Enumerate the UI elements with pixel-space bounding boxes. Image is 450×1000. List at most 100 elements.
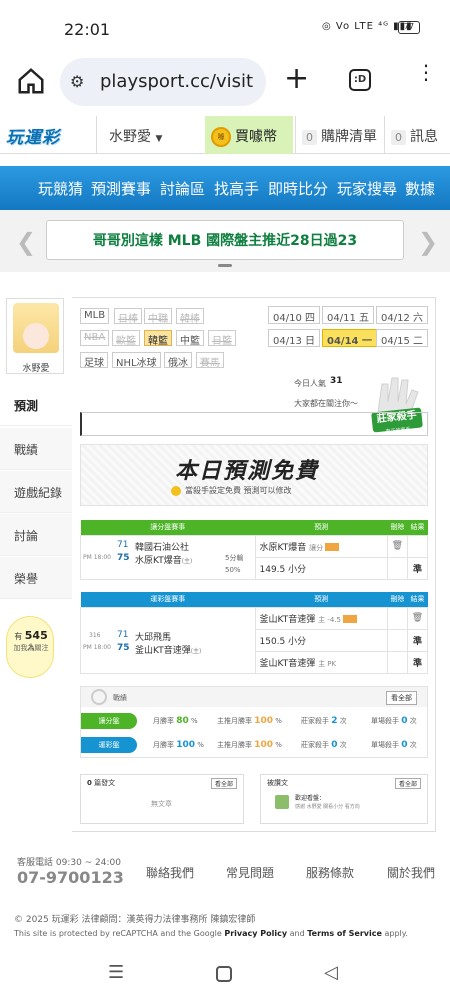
privacy-link[interactable]: Privacy Policy [224, 929, 287, 938]
posts-header: 0 篇發文 [87, 779, 116, 787]
popularity-label: 今日人氣 [294, 379, 326, 388]
prediction-cell: 150.5 小分 [254, 628, 388, 652]
date-0411[interactable]: 04/11 五 [322, 306, 374, 324]
side-tab-record[interactable]: 戰績 [0, 428, 72, 470]
user-name: 水野愛 [109, 129, 151, 145]
nav-play-guess[interactable]: 玩競猜 [38, 178, 83, 199]
avatar-image [13, 303, 59, 353]
date-0414[interactable]: 04/14 一 [322, 329, 377, 347]
liked-view-all[interactable]: 看全部 [394, 778, 421, 789]
liked-header: 被讚文 [267, 779, 288, 787]
posts-empty: 無文章 [151, 800, 172, 808]
message-button[interactable]: 0 訊息 [384, 116, 450, 154]
home-team: 釜山KT音速彈(主) [135, 645, 202, 656]
date-0415[interactable]: 04/15 二 [376, 329, 428, 347]
system-nav-bar: ☰ ◁ [0, 946, 450, 1000]
main-pick-badge [342, 615, 357, 623]
result-badge: 準 [406, 650, 429, 674]
chevron-left-icon[interactable]: ❮ [16, 228, 36, 256]
col-lottery-event: 運彩盤賽事 [80, 592, 255, 607]
back-icon[interactable]: ◁ [324, 962, 338, 983]
cart-count: 0 [302, 130, 317, 145]
new-tab-icon[interactable]: + [284, 64, 309, 94]
date-0412[interactable]: 04/12 六 [376, 306, 428, 324]
footer-faq-link[interactable]: 常見問題 [226, 864, 274, 881]
footer-terms-link[interactable]: 服務條款 [306, 864, 354, 881]
table-row: PM 18:00 71 韓國石油公社 75 水原KT爆音(主) 5分輸 50% [80, 534, 256, 580]
site-topbar: 玩運彩 水野愛 ▼ 噱買噱幣 0 購牌清單 0 訊息 [0, 116, 450, 154]
nav-predict[interactable]: 預測賽事 [91, 178, 151, 199]
table-row: 316 PM 18:00 71 大邱飛馬 75 釜山KT音速彈(主) [80, 606, 256, 674]
col-result: 結果 [407, 520, 428, 535]
follow-bulb[interactable]: 有 545 人 加我為關注 [6, 616, 54, 678]
sport-mlb[interactable]: MLB [80, 308, 110, 324]
col-prediction: 預測 [255, 520, 388, 535]
battery-icon: 77 [398, 21, 420, 34]
nav-forum[interactable]: 討論區 [160, 178, 205, 199]
side-tab-discussion[interactable]: 討論 [0, 514, 72, 556]
avatar[interactable]: 水野愛 [6, 298, 64, 374]
liked-box: 被讚文 看全部 歡迎看盤： 感謝 水野愛 關看小分 看方向 [260, 774, 428, 824]
recent-apps-icon[interactable]: ☰ [108, 962, 124, 983]
home-nav-icon[interactable] [216, 966, 232, 982]
caret-down-icon: ▼ [155, 134, 163, 144]
banner-link[interactable]: 哥哥別這樣 MLB 國際盤主推近28日過23 [46, 220, 404, 260]
liked-avatar [275, 795, 289, 809]
nav-player-search[interactable]: 玩家搜尋 [337, 178, 397, 199]
prediction-input[interactable] [80, 412, 428, 436]
prediction-cell: 水原KT爆音 讓分 [254, 534, 388, 558]
result-badge: 準 [406, 628, 429, 652]
side-tab-predict[interactable]: 預測 [0, 384, 72, 426]
coin-icon: 噱 [211, 127, 231, 147]
copyright: © 2025 玩運彩 法律顧問：漢英得力法律事務所 陳鎮宏律師 [14, 915, 256, 925]
terms-link[interactable]: Terms of Service [307, 929, 382, 938]
footer-contact-link[interactable]: 聯絡我們 [146, 864, 194, 881]
delete-icon[interactable]: 🗑 [386, 534, 408, 558]
side-tab-honor[interactable]: 榮譽 [0, 557, 72, 599]
nav-find-expert[interactable]: 找高手 [214, 178, 259, 199]
more-menu-icon[interactable]: ⋮ [416, 62, 436, 82]
site-settings-icon[interactable]: ⚙ [70, 72, 84, 91]
sport-kbl[interactable]: 韓籃 [144, 330, 172, 347]
phone-number[interactable]: 07-9700123 [17, 868, 124, 887]
phone-label: 客服電話 09:30 ~ 24:00 [17, 858, 121, 868]
posts-view-all[interactable]: 看全部 [210, 778, 237, 789]
side-tab-game-log[interactable]: 遊戲紀錄 [0, 471, 72, 513]
sport-sbl[interactable]: 中籃 [176, 330, 204, 347]
nav-live-score[interactable]: 即時比分 [268, 178, 328, 199]
message-label: 訊息 [410, 129, 438, 145]
col-prediction: 預測 [255, 592, 388, 607]
footer-about-link[interactable]: 關於我們 [387, 864, 435, 881]
recaptcha-notice: This site is protected by reCAPTCHA and … [14, 929, 408, 938]
url-text: playsport.cc/visit [100, 71, 254, 92]
record-section: 戰績 看全部 讓分盤 月勝率 80 % 主推月勝率 100 % 莊家殺手 2 次… [80, 686, 428, 758]
free-title: 本日預測免費 [175, 459, 320, 484]
browser-toolbar: ⚙ playsport.cc/visit + :D ⋮ [0, 52, 450, 112]
tab-switcher-button[interactable]: :D [349, 69, 371, 91]
site-footer: 客服電話 09:30 ~ 24:00 07-9700123 聯絡我們 常見問題 … [0, 844, 450, 902]
sport-khl[interactable]: 俄冰 [164, 352, 192, 369]
cart-button[interactable]: 0 購牌清單 [295, 116, 383, 154]
coin-icon [171, 485, 181, 496]
sport-nhl[interactable]: NHL冰球 [112, 352, 161, 369]
status-time: 22:01 [64, 20, 111, 39]
away-team: 大邱飛馬 [135, 632, 172, 643]
nav-data[interactable]: 數據 [405, 178, 435, 199]
avatar-username: 水野愛 [22, 364, 50, 374]
date-0410[interactable]: 04/10 四 [268, 306, 320, 324]
lottery-match-table: 運彩盤賽事 預測 刪除 結果 316 PM 18:00 71 大邱飛馬 75 釜… [80, 592, 429, 674]
chevron-right-icon[interactable]: ❯ [418, 228, 438, 256]
home-icon[interactable] [16, 66, 46, 96]
delete-icon[interactable]: 🗑 [406, 606, 429, 630]
cart-label: 購牌清單 [321, 129, 377, 145]
address-bar[interactable]: ⚙ playsport.cc/visit [60, 58, 266, 106]
user-dropdown[interactable]: 水野愛 ▼ [96, 116, 204, 154]
result-badge: 準 [406, 556, 429, 580]
view-all-button[interactable]: 看全部 [386, 691, 417, 705]
sport-npb: 日棒 [114, 308, 142, 325]
sport-soccer[interactable]: 足球 [80, 352, 108, 369]
site-logo[interactable]: 玩運彩 [6, 123, 94, 148]
buy-coin-button[interactable]: 噱買噱幣 [205, 116, 293, 154]
date-0413[interactable]: 04/13 日 [268, 329, 320, 347]
sport-euro-bball: 歐籃 [112, 330, 140, 347]
